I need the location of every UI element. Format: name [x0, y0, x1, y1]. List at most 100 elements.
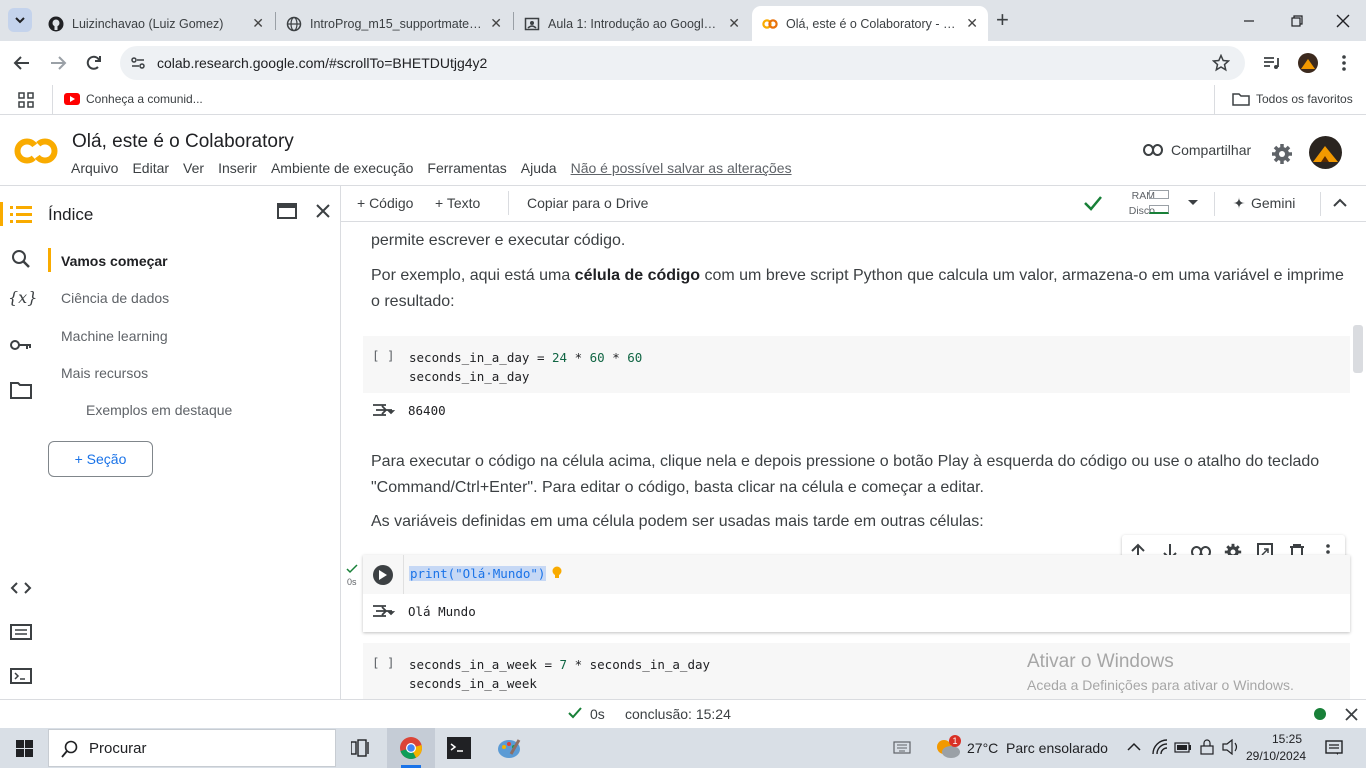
text-cell-paragraph: permite escrever e executar código.: [371, 232, 626, 249]
profile-avatar[interactable]: [1298, 53, 1318, 73]
menu-inserir[interactable]: Inserir: [218, 160, 257, 176]
play-icon: [379, 570, 387, 580]
tab-colab-active[interactable]: Olá, este é o Colaboratory - Col ✕: [752, 6, 988, 41]
address-bar[interactable]: colab.research.google.com/#scrollTo=BHET…: [120, 46, 1245, 80]
bookmark-youtube[interactable]: Conheça a comunid...: [64, 92, 203, 106]
notebook-title[interactable]: Olá, este é o Colaboratory: [72, 131, 294, 153]
unsaved-warning-link[interactable]: Não é possível salvar as alterações: [571, 160, 792, 176]
open-in-tab-icon[interactable]: [277, 203, 297, 219]
taskbar-search-box[interactable]: Procurar: [48, 729, 336, 767]
code-snippets-icon[interactable]: [10, 581, 32, 595]
close-status-icon[interactable]: [1345, 708, 1358, 721]
media-control-icon[interactable]: [1262, 54, 1280, 72]
user-avatar[interactable]: [1309, 136, 1342, 169]
table-of-contents-icon[interactable]: [10, 204, 32, 224]
show-hidden-icons-chevron-icon[interactable]: [1127, 742, 1141, 752]
tab-aula1[interactable]: Aula 1: Introdução ao Google C ✕: [514, 6, 750, 41]
status-exec-time[interactable]: 0s: [590, 706, 605, 722]
taskbar-chrome[interactable]: [387, 728, 435, 768]
minimize-icon[interactable]: [1240, 12, 1258, 30]
apps-grid-icon[interactable]: [18, 92, 34, 108]
output-toggle-icon[interactable]: [372, 402, 396, 418]
toc-item-mais-recursos[interactable]: Mais recursos: [61, 365, 148, 381]
terminal-app-icon[interactable]: [447, 737, 471, 759]
code-editor[interactable]: seconds_in_a_day = 24 * 60 * 60 seconds_…: [409, 348, 642, 386]
search-icon[interactable]: [11, 249, 31, 269]
gemini-button[interactable]: Gemini: [1233, 195, 1295, 211]
resources-dropdown-icon[interactable]: [1187, 199, 1199, 207]
add-text-button[interactable]: + Texto: [435, 195, 480, 211]
add-section-button[interactable]: + Seção: [48, 441, 153, 477]
lock-icon[interactable]: [1199, 739, 1215, 755]
run-cell-button[interactable]: [373, 565, 393, 585]
url-text: colab.research.google.com/#scrollTo=BHET…: [157, 55, 488, 71]
reload-icon[interactable]: [84, 53, 104, 73]
settings-gear-icon[interactable]: [1271, 143, 1293, 165]
menu-ajuda[interactable]: Ajuda: [521, 160, 557, 176]
tab-title: Luizinchavao (Luiz Gomez): [72, 16, 224, 31]
add-code-button[interactable]: + Código: [357, 195, 413, 211]
toc-item-exemplos[interactable]: Exemplos em destaque: [86, 402, 232, 418]
scrollbar-thumb[interactable]: [1353, 325, 1363, 373]
terminal-icon[interactable]: [10, 668, 32, 684]
all-bookmarks-button[interactable]: Todos os favoritos: [1232, 92, 1353, 106]
toc-item-vamos-comecar[interactable]: Vamos começar: [61, 253, 168, 269]
tab-close-icon[interactable]: ✕: [484, 15, 502, 32]
code-cell[interactable]: [ ] seconds_in_a_day = 24 * 60 * 60 seco…: [363, 336, 1350, 393]
output-toggle-icon[interactable]: [372, 603, 396, 619]
bookmarks-bar: Conheça a comunid... Todos os favoritos: [0, 85, 1366, 115]
task-view-icon[interactable]: [351, 739, 369, 757]
files-folder-icon[interactable]: [10, 381, 32, 399]
toc-item-machine-learning[interactable]: Machine learning: [61, 328, 168, 344]
browser-menu-icon[interactable]: [1336, 53, 1352, 73]
code-editor[interactable]: print("Olá·Mundo"): [409, 566, 547, 581]
notifications-icon[interactable]: [1325, 740, 1343, 756]
menu-ver[interactable]: Ver: [183, 160, 204, 176]
tab-close-icon[interactable]: ✕: [722, 15, 740, 32]
code-editor[interactable]: seconds_in_a_week = 7 * seconds_in_a_day…: [409, 655, 710, 693]
tab-close-icon[interactable]: ✕: [246, 15, 264, 32]
github-icon: [48, 16, 64, 31]
status-completion[interactable]: conclusão: 15:24: [625, 706, 731, 722]
close-panel-icon[interactable]: [315, 203, 331, 219]
collapse-header-icon[interactable]: [1333, 198, 1347, 208]
menu-ambiente[interactable]: Ambiente de execução: [271, 160, 413, 176]
menu-arquivo[interactable]: Arquivo: [71, 160, 118, 176]
tab-close-icon[interactable]: ✕: [960, 15, 978, 32]
back-icon[interactable]: [12, 53, 32, 73]
variables-icon[interactable]: {𝑥}: [8, 288, 37, 307]
toc-item-ciencia-de-dados[interactable]: Ciência de dados: [61, 290, 169, 306]
classroom-icon: [524, 17, 540, 30]
text-cell-paragraph: Para executar o código na célula acima, …: [371, 453, 1320, 496]
all-bookmarks-label: Todos os favoritos: [1256, 92, 1353, 106]
menu-editar[interactable]: Editar: [132, 160, 169, 176]
close-window-icon[interactable]: [1334, 12, 1352, 30]
new-tab-button[interactable]: +: [996, 7, 1009, 33]
windows-start-icon[interactable]: [16, 740, 33, 757]
code-cell-selected[interactable]: print("Olá·Mundo") Olá Mundo: [363, 555, 1350, 632]
secrets-key-icon[interactable]: [10, 338, 32, 352]
clock-time[interactable]: 15:25: [1262, 732, 1302, 746]
volume-icon[interactable]: [1222, 739, 1240, 755]
keyboard-icon[interactable]: [872, 739, 916, 757]
clock-date[interactable]: 29/10/2024: [1246, 749, 1306, 763]
forward-icon[interactable]: [48, 53, 68, 73]
tab-introprog[interactable]: IntroProg_m15_supportmaterial ✕: [276, 6, 512, 41]
run-button-idle[interactable]: [ ]: [372, 655, 395, 670]
wifi-icon[interactable]: [1152, 739, 1168, 755]
paint-app-icon[interactable]: [497, 736, 521, 760]
run-button-idle[interactable]: [ ]: [372, 348, 395, 363]
copy-to-drive-button[interactable]: Copiar para o Drive: [527, 195, 648, 211]
tab-github[interactable]: Luizinchavao (Luiz Gomez) ✕: [38, 6, 274, 41]
lightbulb-icon[interactable]: [551, 566, 563, 580]
star-icon[interactable]: [1212, 54, 1230, 72]
site-info-icon[interactable]: [130, 55, 146, 71]
restore-icon[interactable]: [1288, 12, 1306, 30]
weather-icon[interactable]: 1: [935, 735, 961, 759]
command-palette-icon[interactable]: [10, 624, 32, 640]
tab-search-button[interactable]: [8, 8, 32, 32]
colab-logo[interactable]: [14, 134, 58, 168]
share-button[interactable]: Compartilhar: [1143, 142, 1251, 158]
menu-ferramentas[interactable]: Ferramentas: [427, 160, 506, 176]
battery-icon[interactable]: [1174, 740, 1192, 754]
